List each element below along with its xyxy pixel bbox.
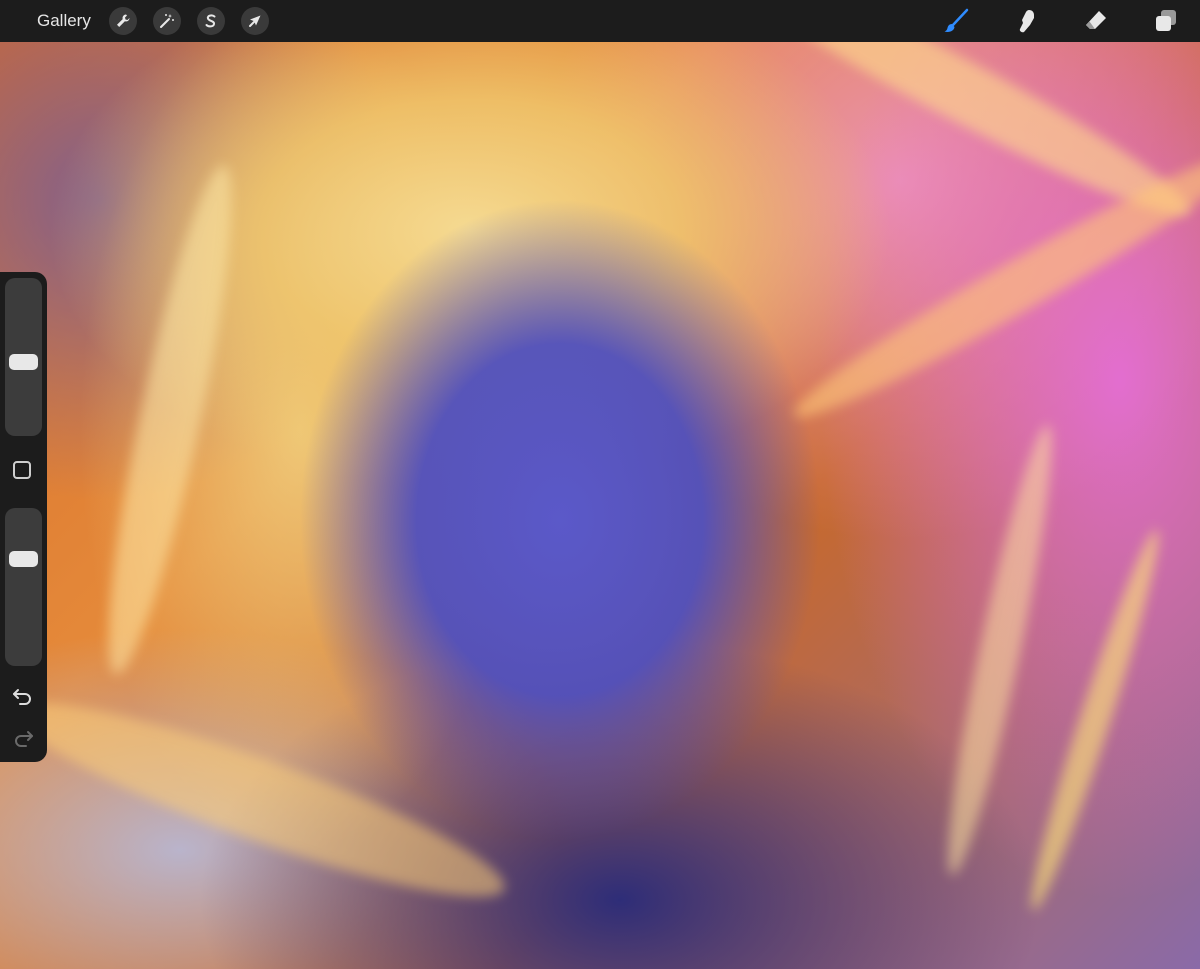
top-toolbar: Gallery bbox=[0, 0, 1200, 42]
smudge-tool-button[interactable] bbox=[1012, 7, 1040, 35]
selection-button[interactable] bbox=[196, 7, 225, 35]
brush-icon bbox=[944, 8, 969, 32]
adjustments-button[interactable] bbox=[152, 7, 181, 35]
modify-button[interactable] bbox=[13, 461, 31, 479]
actions-button[interactable] bbox=[108, 7, 137, 35]
smudge-finger-icon bbox=[1019, 10, 1034, 33]
layers-button[interactable] bbox=[1152, 7, 1180, 35]
eraser-icon bbox=[1086, 11, 1106, 29]
paint-stroke bbox=[1018, 525, 1172, 915]
paint-stroke bbox=[932, 420, 1068, 880]
brush-opacity-handle[interactable] bbox=[9, 550, 38, 567]
paint-stroke bbox=[86, 159, 254, 681]
eraser-tool-button[interactable] bbox=[1082, 7, 1110, 35]
magic-wand-icon bbox=[159, 14, 174, 28]
brush-tool-button[interactable] bbox=[942, 7, 970, 35]
undo-arrow-icon bbox=[13, 689, 31, 705]
redo-arrow-icon bbox=[15, 731, 33, 747]
gallery-button[interactable]: Gallery bbox=[37, 11, 91, 31]
brush-size-handle[interactable] bbox=[9, 354, 38, 371]
selection-s-icon bbox=[205, 14, 216, 28]
undo-button[interactable] bbox=[11, 686, 35, 706]
brush-size-slider[interactable] bbox=[5, 278, 42, 436]
layers-icon bbox=[1156, 10, 1176, 31]
left-sidebar bbox=[0, 272, 47, 762]
redo-button[interactable] bbox=[11, 728, 35, 748]
wrench-icon bbox=[116, 14, 130, 27]
transform-button[interactable] bbox=[240, 7, 269, 35]
brush-opacity-slider[interactable] bbox=[5, 508, 42, 666]
paint-stroke bbox=[1, 673, 519, 927]
arrow-cursor-icon bbox=[248, 15, 261, 27]
drawing-canvas[interactable] bbox=[0, 0, 1200, 969]
